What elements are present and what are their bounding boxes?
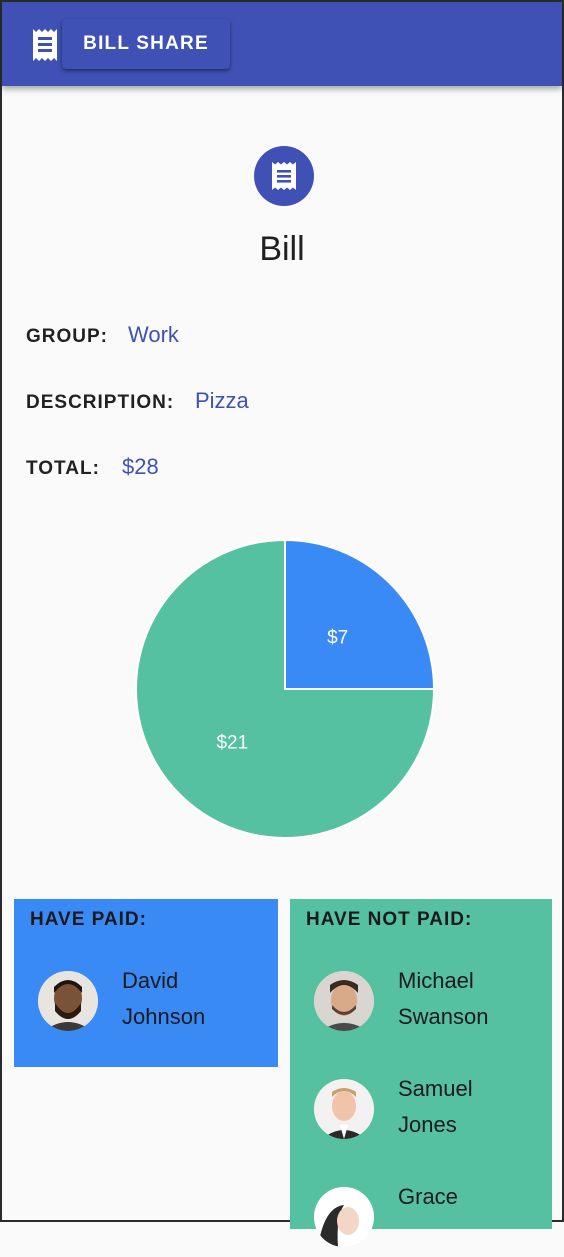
paid-person-david[interactable]: David Johnson — [14, 961, 278, 1041]
avatar — [314, 971, 374, 1031]
avatar — [314, 1079, 374, 1139]
pie-slice-label: $7 — [327, 627, 348, 648]
unpaid-person-grace[interactable]: Grace — [290, 1177, 552, 1257]
person-first-name: Michael — [398, 968, 474, 993]
person-last-name: Jones — [398, 1112, 457, 1137]
description-label: DESCRIPTION: — [26, 392, 175, 413]
pie-slice — [284, 538, 436, 690]
group-label: GROUP: — [26, 326, 108, 347]
app-bar: BILL SHARE — [2, 2, 562, 86]
unpaid-person-michael[interactable]: Michael Swanson — [290, 961, 552, 1041]
page-title: Bill — [259, 230, 305, 268]
pie-slice-label: $21 — [216, 733, 248, 754]
person-first-name: Samuel — [398, 1076, 473, 1101]
avatar — [38, 971, 98, 1031]
person-first-name: David — [122, 968, 179, 993]
split-pie-chart: $7 $21 — [135, 538, 436, 839]
unpaid-person-samuel[interactable]: Samuel Jones — [290, 1069, 552, 1149]
description-value: Pizza — [195, 388, 249, 413]
total-label: TOTAL: — [26, 458, 100, 479]
group-value: Work — [128, 322, 179, 347]
total-value: $28 — [122, 454, 159, 479]
receipt-icon — [272, 162, 296, 190]
avatar — [314, 1187, 374, 1247]
have-not-paid-heading: HAVE NOT PAID: — [306, 909, 473, 930]
person-last-name: Swanson — [398, 1004, 489, 1029]
person-last-name: Johnson — [122, 1004, 206, 1029]
app-title-button[interactable]: BILL SHARE — [62, 19, 230, 69]
receipt-icon[interactable] — [30, 28, 60, 62]
have-not-paid-panel: HAVE NOT PAID: Michael Swanson Samuel Jo… — [290, 899, 552, 1247]
have-paid-heading: HAVE PAID: — [30, 909, 147, 930]
bill-avatar — [254, 146, 314, 206]
person-first-name: Grace — [398, 1184, 458, 1209]
have-paid-panel: HAVE PAID: David Johnson — [14, 899, 278, 1067]
